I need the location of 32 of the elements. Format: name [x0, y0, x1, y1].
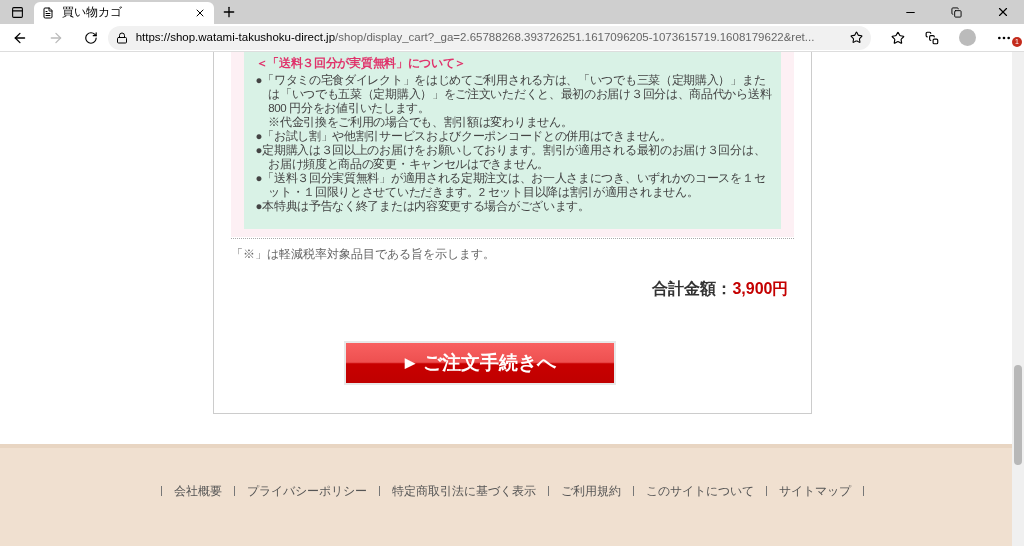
footer-link[interactable]: 特定商取引法に基づく表示	[391, 485, 536, 497]
url-text: https://shop.watami-takushoku-direct.jp/shop/display_cart?_ga=2.65788268.393726251.1617096205-1073615719.1608179622&ret...	[135, 29, 816, 45]
footer-link[interactable]: ご利用規約	[560, 485, 621, 497]
tax-note: 「※」は軽減税率対象品目である旨を示します。	[230, 248, 495, 260]
tab-actions-icon[interactable]	[10, 5, 24, 19]
notice-item: ●「ワタミの宅食ダイレクト」をはじめてご利用される方は、「いつでも三菜（定期購入）」または「いつでも五菜（定期購入）」をご注文いただくと、最初のお届け３回分は、商品代から送料 800 円分をお値引いたします。	[255, 73, 773, 115]
total-amount: 3,900円	[732, 279, 789, 299]
order-button[interactable]: ▶ ご注文手続きへ	[344, 341, 616, 385]
notice-item: ●本特典は予告なく終了または内容変更する場合がございます。	[255, 199, 591, 213]
notice-item: ●「お試し割」や他割引サービスおよびクーポンコードとの併用はできません。	[255, 129, 673, 143]
address-bar[interactable]: https://shop.watami-takushoku-direct.jp/shop/display_cart?_ga=2.65788268.393726251.1617096205-1073615719.1608179622&ret...	[107, 25, 872, 50]
tab-title: 買い物カゴ	[62, 5, 123, 21]
footer-link[interactable]: このサイトについて	[645, 485, 754, 497]
footer-link[interactable]: プライバシーポリシー	[246, 485, 367, 497]
collections-icon[interactable]	[925, 30, 940, 45]
close-window-icon[interactable]	[996, 5, 1010, 19]
restore-icon[interactable]	[951, 6, 962, 18]
reload-icon[interactable]	[83, 30, 98, 45]
notice-item: ●「送料３回分実質無料」が適用される定期注文は、お一人さまにつき、いずれかのコースを１セット・１回限りとさせていただきます。2 セット目以降は割引が適用されません。	[255, 171, 767, 199]
lock-icon	[115, 31, 128, 44]
favorite-star-icon[interactable]	[850, 31, 864, 44]
notice-heading: ＜「送料３回分が実質無料」について＞	[255, 56, 468, 70]
close-tab-icon[interactable]	[194, 7, 206, 19]
footer-link[interactable]: サイトマップ	[778, 485, 851, 497]
notice-item: ●定期購入は３回以上のお届けをお願いしております。割引が適用される最初のお届け３回分は、お届け頻度と商品の変更・キャンセルはできません。	[255, 143, 767, 171]
favorites-icon[interactable]	[891, 30, 906, 45]
total-label: 合計金額：	[652, 279, 733, 299]
new-tab-icon[interactable]	[221, 4, 237, 20]
browser-tab[interactable]: 買い物カゴ	[34, 2, 214, 24]
notice-note: ※代金引換をご利用の場合でも、割引額は変わりません。	[267, 115, 574, 129]
footer-link[interactable]: 会社概要	[173, 485, 222, 497]
page-icon	[42, 7, 54, 19]
